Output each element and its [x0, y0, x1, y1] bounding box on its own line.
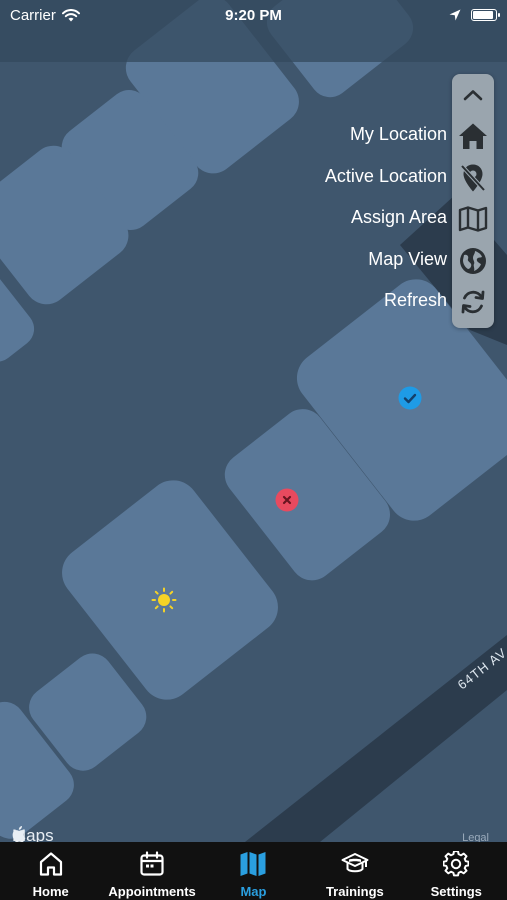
tab-trainings[interactable]: Trainings	[305, 842, 405, 899]
tab-appointments[interactable]: Appointments	[102, 842, 202, 899]
assign-area-button[interactable]	[452, 199, 494, 241]
battery-icon	[471, 9, 500, 21]
tab-label-appointments: Appointments	[108, 884, 196, 899]
legal-link[interactable]: Legal	[462, 832, 489, 842]
my-location-button[interactable]	[452, 116, 494, 158]
menu-label-assign-area[interactable]: Assign Area	[325, 197, 447, 239]
home-icon	[459, 123, 487, 150]
battery-level	[473, 11, 493, 19]
active-location-button[interactable]	[452, 157, 494, 199]
current-position-marker[interactable]	[151, 587, 177, 613]
calendar-icon	[140, 851, 164, 876]
completed-marker[interactable]	[398, 386, 422, 410]
location-arrow-icon	[449, 9, 461, 21]
tab-label-map: Map	[240, 884, 267, 899]
check-icon	[398, 386, 422, 410]
chevron-up-icon	[463, 89, 483, 101]
collapse-menu-button[interactable]	[452, 74, 494, 116]
tab-label-home: Home	[32, 884, 69, 899]
map-view-button[interactable]	[452, 240, 494, 282]
home-icon	[39, 852, 62, 876]
refresh-button[interactable]	[452, 282, 494, 324]
sun-icon	[151, 587, 177, 613]
tab-map[interactable]: Map	[203, 842, 303, 899]
menu-label-map-view[interactable]: Map View	[325, 239, 447, 281]
carrier-label: Carrier	[10, 6, 56, 24]
tab-home[interactable]: Home	[1, 842, 101, 899]
wifi-icon	[61, 8, 80, 21]
map-menu-panel	[452, 74, 494, 328]
maps-attribution[interactable]: Maps	[12, 826, 54, 842]
map-icon	[240, 852, 266, 876]
refresh-icon	[461, 290, 485, 314]
apple-logo-icon	[12, 826, 26, 842]
x-icon	[275, 488, 299, 512]
tab-label-trainings: Trainings	[325, 884, 384, 899]
location-off-icon	[460, 164, 486, 192]
menu-label-refresh[interactable]: Refresh	[325, 280, 447, 322]
map-menu-labels: My Location Active Location Assign Area …	[325, 114, 447, 322]
tab-label-settings: Settings	[430, 884, 482, 899]
map-icon	[458, 206, 488, 232]
menu-label-active-location[interactable]: Active Location	[325, 156, 447, 198]
globe-icon	[460, 247, 486, 274]
rejected-marker[interactable]	[275, 488, 299, 512]
menu-label-my-location[interactable]: My Location	[325, 114, 447, 156]
graduation-cap-icon	[341, 853, 369, 873]
tab-settings[interactable]: Settings	[406, 842, 506, 899]
tab-bar: Home Appointments Map Trainings Settings	[0, 842, 507, 900]
status-bar: Carrier 9:20 PM	[0, 0, 507, 30]
gear-icon	[443, 851, 470, 877]
road-64th-ave	[245, 635, 507, 842]
